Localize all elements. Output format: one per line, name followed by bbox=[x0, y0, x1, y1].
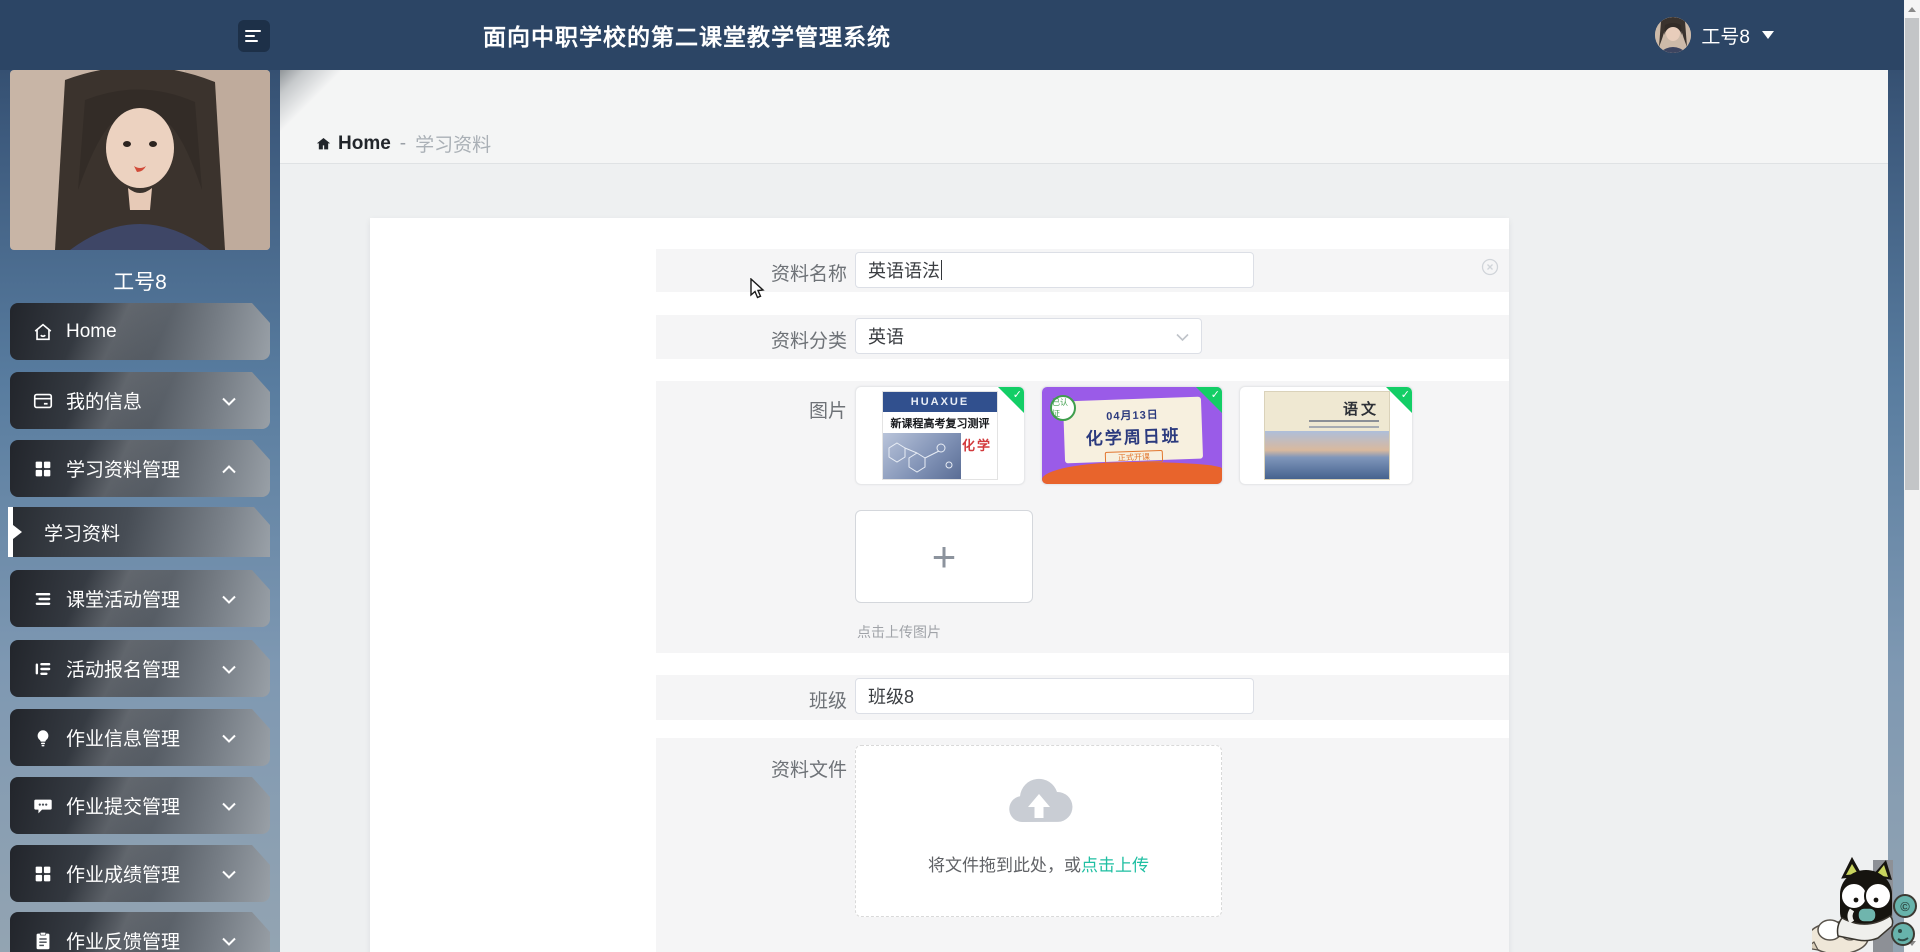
chevron-down-icon bbox=[222, 658, 236, 680]
sidebar-item-activity-signup-mgmt[interactable]: 活动报名管理 bbox=[10, 640, 270, 697]
sidebar-item-label: 课堂活动管理 bbox=[66, 585, 180, 612]
sidebar-item-home[interactable]: Home bbox=[10, 303, 270, 360]
sidebar-toggle-button[interactable] bbox=[238, 20, 270, 52]
breadcrumb-separator: - bbox=[400, 133, 406, 155]
user-menu[interactable]: 工号8 bbox=[1655, 0, 1774, 70]
sidebar-item-label: 作业反馈管理 bbox=[66, 927, 180, 952]
field-label-class: 班级 bbox=[657, 686, 847, 713]
profile-name: 工号8 bbox=[0, 266, 280, 296]
sidebar-item-homework-info-mgmt[interactable]: 作业信息管理 bbox=[10, 709, 270, 766]
breadcrumb-bar: Home - 学习资料 bbox=[280, 70, 1888, 164]
id-card-icon bbox=[32, 390, 54, 412]
active-indicator-arrow bbox=[13, 525, 22, 539]
breadcrumb: Home - 学习资料 bbox=[315, 130, 491, 157]
clear-icon[interactable] bbox=[1481, 258, 1499, 281]
field-label-material-name: 资料名称 bbox=[657, 259, 847, 286]
top-header-bar: 面向中职学校的第二课堂教学管理系统 工号8 bbox=[0, 0, 1904, 70]
certified-badge: 已认证 bbox=[1050, 395, 1076, 421]
add-image-upload-button[interactable]: + bbox=[855, 510, 1033, 603]
sidebar-item-label: 活动报名管理 bbox=[66, 655, 180, 682]
sidebar-item-study-material-mgmt[interactable]: 学习资料管理 bbox=[10, 440, 270, 497]
hamburger-icon bbox=[245, 27, 263, 45]
text-cursor bbox=[941, 260, 942, 280]
scrollbar-thumb[interactable] bbox=[1905, 18, 1919, 490]
list-indent-icon bbox=[32, 658, 54, 680]
sidebar-item-my-info[interactable]: 我的信息 bbox=[10, 372, 270, 429]
home-icon bbox=[32, 321, 54, 343]
check-icon: ✓ bbox=[1401, 388, 1410, 401]
sidebar-item-class-activity-mgmt[interactable]: 课堂活动管理 bbox=[10, 570, 270, 627]
chevron-down-icon bbox=[222, 588, 236, 610]
clipboard-icon bbox=[32, 930, 54, 952]
user-name: 工号8 bbox=[1701, 22, 1750, 49]
image-upload-hint: 点击上传图片 bbox=[857, 622, 941, 642]
material-name-input[interactable]: 英语语法 bbox=[855, 252, 1254, 288]
chevron-down-icon bbox=[222, 930, 236, 952]
sidebar-item-homework-grade-mgmt[interactable]: 作业成绩管理 bbox=[10, 845, 270, 902]
check-icon: ✓ bbox=[1013, 388, 1022, 401]
sidebar-item-label: Home bbox=[66, 321, 117, 343]
file-dropzone[interactable]: 将文件拖到此处，或点击上传 bbox=[855, 745, 1222, 917]
caret-down-icon bbox=[1762, 31, 1774, 39]
grid-icon bbox=[32, 863, 54, 885]
grid-icon bbox=[32, 458, 54, 480]
class-input[interactable]: 班级8 bbox=[855, 678, 1254, 714]
breadcrumb-current: 学习资料 bbox=[415, 130, 491, 157]
material-category-select[interactable]: 英语 bbox=[855, 318, 1202, 354]
chevron-down-icon bbox=[1176, 326, 1189, 347]
uploaded-image-chemistry-book[interactable]: HUAXUE 新课程高考复习测评 化学 ✓ bbox=[855, 386, 1025, 485]
scrollbar-up-button[interactable] bbox=[1904, 0, 1920, 18]
user-avatar[interactable] bbox=[1655, 17, 1691, 53]
book-cover: 语文 bbox=[1264, 391, 1390, 480]
sidebar-item-label: 我的信息 bbox=[66, 387, 142, 414]
field-label-images: 图片 bbox=[657, 396, 847, 423]
form-card: 资料名称 英语语法 资料分类 英语 图片 bbox=[370, 218, 1509, 952]
sidebar-item-label: 作业提交管理 bbox=[66, 792, 180, 819]
house-icon bbox=[315, 136, 332, 152]
page-title: 面向中职学校的第二课堂教学管理系统 bbox=[483, 0, 891, 70]
page-fold-decoration bbox=[280, 70, 342, 132]
sidebar: 工号8 Home 我的信息 bbox=[0, 70, 280, 952]
chevron-down-icon bbox=[222, 863, 236, 885]
main-content: Home - 学习资料 资料名称 英语语法 资料分类 英语 bbox=[280, 70, 1888, 952]
sidebar-subitem-study-material[interactable]: 学习资料 bbox=[8, 507, 270, 557]
check-icon: ✓ bbox=[1211, 388, 1220, 401]
chat-icon bbox=[32, 795, 54, 817]
upload-cloud-icon bbox=[1002, 776, 1076, 833]
chevron-down-icon bbox=[222, 390, 236, 412]
sidebar-item-homework-feedback-mgmt[interactable]: 作业反馈管理 bbox=[10, 912, 270, 952]
sidebar-item-label: 作业信息管理 bbox=[66, 724, 180, 751]
chevron-up-icon bbox=[222, 458, 236, 480]
sidebar-subitem-label: 学习资料 bbox=[44, 519, 120, 546]
scrollbar-down-button[interactable] bbox=[1904, 934, 1920, 952]
app-window: 面向中职学校的第二课堂教学管理系统 工号8 bbox=[0, 0, 1920, 952]
page-scrollbar[interactable] bbox=[1904, 0, 1920, 952]
lightbulb-icon bbox=[32, 727, 54, 749]
breadcrumb-home-link[interactable]: Home bbox=[315, 133, 391, 155]
uploaded-image-chinese-textbook[interactable]: 语文 ✓ bbox=[1239, 386, 1413, 485]
chevron-down-icon bbox=[222, 795, 236, 817]
drop-hint-text: 将文件拖到此处，或 bbox=[928, 856, 1081, 875]
field-label-material-category: 资料分类 bbox=[657, 326, 847, 353]
plus-icon: + bbox=[932, 536, 957, 578]
chevron-down-icon bbox=[222, 727, 236, 749]
profile-photo bbox=[10, 70, 270, 250]
sidebar-item-homework-submit-mgmt[interactable]: 作业提交管理 bbox=[10, 777, 270, 834]
sidebar-item-label: 作业成绩管理 bbox=[66, 860, 180, 887]
list-icon bbox=[32, 588, 54, 610]
field-label-material-file: 资料文件 bbox=[657, 755, 847, 782]
book-cover: HUAXUE 新课程高考复习测评 化学 bbox=[882, 391, 998, 480]
click-to-upload-link[interactable]: 点击上传 bbox=[1081, 856, 1149, 875]
uploaded-image-chemistry-sunday-class[interactable]: 04月13日 化学周日班 正式开课 已认证 ✓ bbox=[1041, 386, 1223, 485]
sidebar-item-label: 学习资料管理 bbox=[66, 455, 180, 482]
poster: 04月13日 化学周日班 正式开课 已认证 bbox=[1042, 387, 1222, 484]
